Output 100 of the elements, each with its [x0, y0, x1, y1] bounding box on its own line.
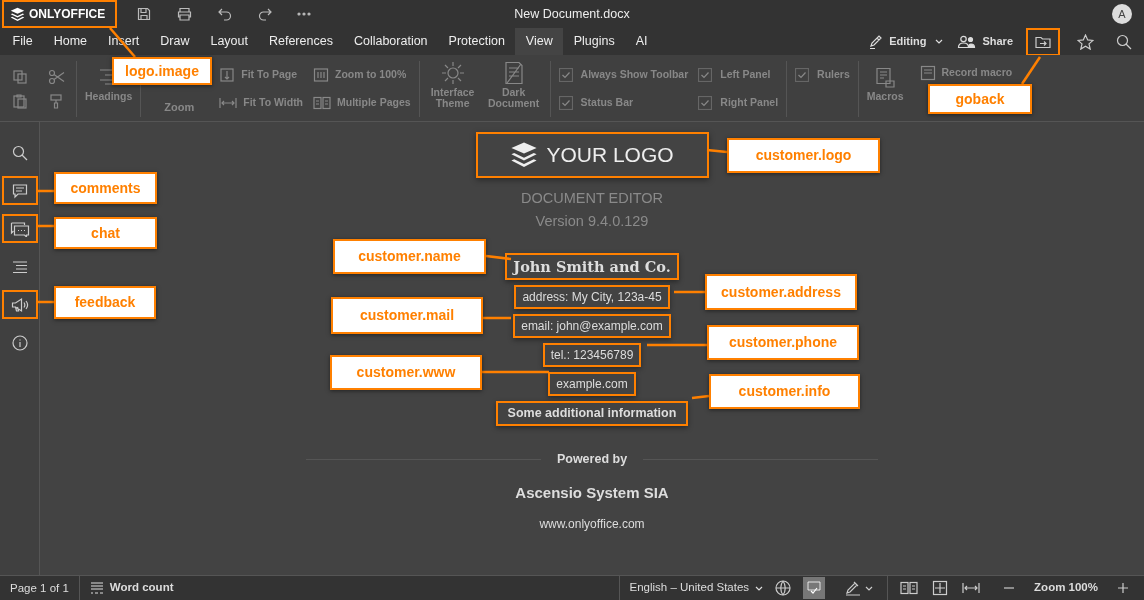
callout-label: feedback — [54, 286, 156, 319]
callout-label: comments — [54, 172, 157, 204]
word-count-button[interactable]: Word count — [89, 579, 174, 597]
leader-line — [1020, 56, 1042, 85]
leader-line — [691, 394, 710, 400]
leader-line — [485, 254, 512, 261]
people-icon — [957, 34, 977, 49]
leader-line — [483, 316, 511, 320]
checkbox-label: Always Show Toolbar — [580, 67, 689, 82]
pencil-icon — [868, 34, 884, 49]
two-pages-icon[interactable] — [898, 579, 921, 597]
fit-to-page-icon — [219, 67, 236, 83]
menu-tab[interactable]: Layout — [199, 28, 259, 55]
menu-tab[interactable]: File — [2, 28, 44, 55]
customer-address: address: My City, 123a-45 — [514, 285, 670, 310]
callout-label: logo.image — [112, 57, 212, 85]
checkbox[interactable] — [795, 67, 810, 82]
caret-icon — [865, 585, 874, 591]
go-back-button[interactable] — [1028, 29, 1058, 54]
info-icon — [11, 334, 28, 351]
menu-tab[interactable]: References — [258, 28, 344, 55]
menu-tab[interactable]: AI — [625, 28, 659, 55]
logo-text: YOUR LOGO — [546, 142, 674, 169]
menu-tab[interactable]: Collaboration — [343, 28, 439, 55]
word-count-icon — [89, 581, 104, 595]
customer-info: Some additional information — [495, 401, 689, 426]
star-icon — [1077, 33, 1094, 50]
callout-label: customer.www — [330, 355, 482, 390]
globe-icon[interactable] — [773, 578, 794, 598]
multiple-pages-icon — [313, 96, 332, 111]
sun-icon — [440, 61, 465, 85]
record-macro-icon — [919, 65, 936, 81]
chat-bubbles-icon — [9, 220, 30, 237]
customer-phone: tel.: 123456789 — [542, 343, 642, 368]
customer-name: John Smith and Co. — [505, 252, 679, 281]
star-button[interactable] — [1075, 31, 1096, 52]
website-link[interactable]: www.onlyoffice.com — [539, 515, 645, 534]
leader-line — [674, 290, 705, 294]
callout-label: goback — [928, 84, 1032, 114]
menu-tab[interactable]: View — [515, 28, 564, 55]
layers-icon — [10, 6, 25, 22]
zoom-level: Zoom 100% — [1034, 580, 1098, 596]
customer-email: email: john@example.com — [513, 314, 671, 339]
checkbox-label: Right Panel — [720, 95, 779, 111]
undo-icon[interactable] — [217, 6, 234, 22]
megaphone-icon — [10, 296, 29, 313]
callout-label: customer.address — [705, 274, 857, 310]
customer-website: example.com — [548, 372, 636, 397]
spellcheck-icon[interactable] — [803, 577, 826, 599]
fit-to-width-icon — [219, 96, 238, 111]
checkbox-label: Status Bar — [580, 95, 634, 111]
version-text: Version 9.4.0.129 — [535, 211, 649, 231]
pencil-icon — [845, 580, 862, 596]
menu-tab[interactable]: Draw — [149, 28, 200, 55]
zoom-to-100-icon — [313, 67, 330, 83]
callout-label: customer.phone — [707, 325, 859, 360]
checkbox[interactable] — [698, 96, 713, 111]
search-icon — [11, 144, 28, 161]
checkbox[interactable] — [558, 67, 573, 82]
leader-line — [482, 370, 549, 374]
chat-button[interactable] — [3, 216, 36, 241]
save-icon[interactable] — [136, 6, 153, 22]
checkbox-label: Left Panel — [720, 67, 771, 82]
user-avatar[interactable]: A — [1112, 4, 1132, 24]
page-indicator: Page 1 of 1 — [0, 576, 80, 600]
menu-tab[interactable]: Plugins — [563, 28, 626, 55]
zoom-label: Zoom — [164, 99, 195, 115]
callout-label: customer.logo — [727, 138, 880, 173]
callout-label: customer.name — [333, 239, 486, 274]
language-select[interactable]: English – United States — [618, 576, 764, 600]
checkbox-label: Rulers — [817, 67, 850, 82]
leader-line — [647, 343, 707, 347]
speech-bubble-icon — [11, 182, 28, 199]
powered-by: Powered by — [556, 451, 628, 468]
product-name: DOCUMENT EDITOR — [520, 189, 664, 208]
logo-text: ONLYOFFICE — [29, 6, 106, 23]
search-icon — [1116, 33, 1132, 50]
caret-icon — [755, 585, 764, 591]
print-icon[interactable] — [176, 6, 194, 22]
feedback-button[interactable] — [3, 292, 36, 317]
copy-icon[interactable] — [10, 67, 30, 87]
redo-icon[interactable] — [257, 6, 274, 22]
paste-icon[interactable] — [10, 91, 30, 111]
editing-button[interactable]: Editing — [868, 33, 944, 50]
company-name: Ascensio System SIA — [515, 482, 669, 503]
menu-tab[interactable]: Protection — [438, 28, 516, 55]
macros-icon — [874, 67, 897, 89]
callout-label: chat — [54, 217, 157, 249]
comments-button[interactable] — [3, 178, 36, 203]
share-button[interactable]: Share — [957, 33, 1013, 50]
dark-document-icon — [502, 61, 525, 85]
callout-label: customer.info — [709, 374, 860, 409]
checkbox[interactable] — [558, 96, 573, 111]
menu-tab[interactable]: Home — [43, 28, 98, 55]
document-title: New Document.docx — [514, 5, 630, 23]
lines-icon — [11, 259, 28, 274]
callout-label: customer.mail — [331, 297, 483, 334]
folder-arrow-icon — [1035, 34, 1051, 49]
checkbox[interactable] — [698, 67, 713, 82]
caret-icon — [935, 39, 944, 44]
